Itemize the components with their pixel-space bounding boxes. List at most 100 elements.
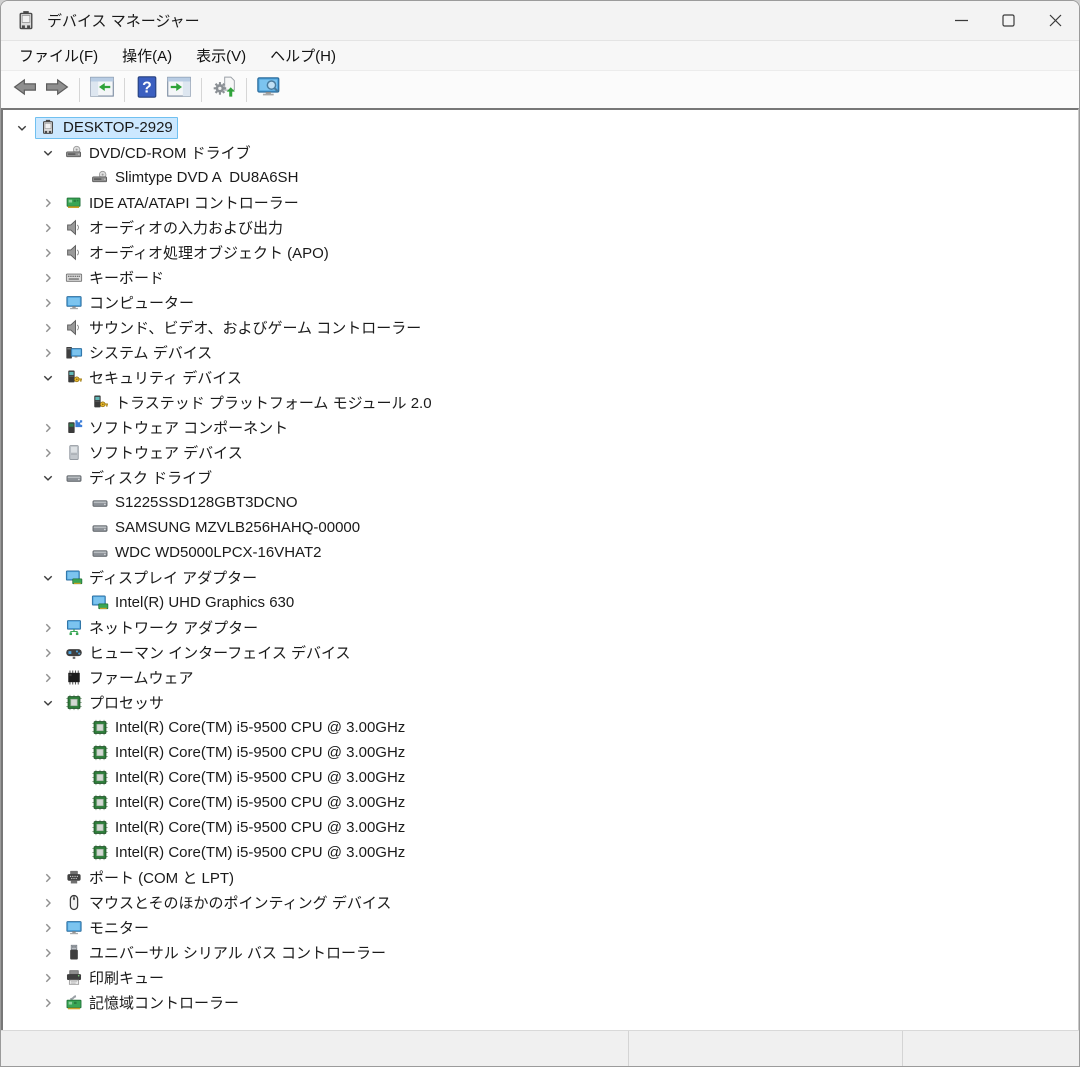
tree-item[interactable]: ユニバーサル シリアル バス コントローラー bbox=[3, 940, 1078, 965]
menu-view[interactable]: 表示(V) bbox=[184, 41, 258, 70]
tree-item[interactable]: S1225SSD128GBT3DCNO bbox=[3, 490, 1078, 515]
tree-item-content[interactable]: トラステッド プラットフォーム モジュール 2.0 bbox=[87, 390, 437, 415]
tree-item[interactable]: サウンド、ビデオ、およびゲーム コントローラー bbox=[3, 315, 1078, 340]
tree-item-content[interactable]: セキュリティ デバイス bbox=[61, 365, 247, 390]
tree-item[interactable]: キーボード bbox=[3, 265, 1078, 290]
chevron-down-icon[interactable] bbox=[35, 365, 61, 390]
tree-item[interactable]: Intel(R) Core(TM) i5-9500 CPU @ 3.00GHz bbox=[3, 715, 1078, 740]
tree-item[interactable]: ディスク ドライブ bbox=[3, 465, 1078, 490]
tree-item-content[interactable]: サウンド、ビデオ、およびゲーム コントローラー bbox=[61, 315, 426, 340]
back-button[interactable] bbox=[9, 75, 41, 105]
tree-item[interactable]: トラステッド プラットフォーム モジュール 2.0 bbox=[3, 390, 1078, 415]
tree-item-content[interactable]: WDC WD5000LPCX-16VHAT2 bbox=[87, 542, 326, 564]
chevron-right-icon[interactable] bbox=[35, 865, 61, 890]
tree-item[interactable]: オーディオ処理オブジェクト (APO) bbox=[3, 240, 1078, 265]
tree-item[interactable]: Intel(R) Core(TM) i5-9500 CPU @ 3.00GHz bbox=[3, 790, 1078, 815]
chevron-right-icon[interactable] bbox=[35, 290, 61, 315]
tree-item[interactable]: SAMSUNG MZVLB256HAHQ-00000 bbox=[3, 515, 1078, 540]
tree-item[interactable]: ファームウェア bbox=[3, 665, 1078, 690]
tree-item-content[interactable]: IDE ATA/ATAPI コントローラー bbox=[61, 190, 304, 215]
chevron-right-icon[interactable] bbox=[35, 940, 61, 965]
tree-item[interactable]: ネットワーク アダプター bbox=[3, 615, 1078, 640]
tree-item-content[interactable]: SAMSUNG MZVLB256HAHQ-00000 bbox=[87, 517, 365, 539]
tree-item[interactable]: ヒューマン インターフェイス デバイス bbox=[3, 640, 1078, 665]
menu-help[interactable]: ヘルプ(H) bbox=[258, 41, 348, 70]
chevron-down-icon[interactable] bbox=[35, 140, 61, 165]
tree-item-content[interactable]: ポート (COM と LPT) bbox=[61, 865, 239, 890]
tree-item-content[interactable]: Intel(R) UHD Graphics 630 bbox=[87, 592, 299, 614]
help-button[interactable]: ? bbox=[131, 75, 163, 105]
menu-action[interactable]: 操作(A) bbox=[110, 41, 184, 70]
tree-item-content[interactable]: Intel(R) Core(TM) i5-9500 CPU @ 3.00GHz bbox=[87, 842, 410, 864]
tree-item-content[interactable]: Intel(R) Core(TM) i5-9500 CPU @ 3.00GHz bbox=[87, 817, 410, 839]
tree-item[interactable]: DVD/CD-ROM ドライブ bbox=[3, 140, 1078, 165]
tree-item-content[interactable]: キーボード bbox=[61, 265, 169, 290]
tree-item-content[interactable]: Intel(R) Core(TM) i5-9500 CPU @ 3.00GHz bbox=[87, 717, 410, 739]
show-console-tree-button[interactable] bbox=[86, 75, 118, 105]
tree-item[interactable]: モニター bbox=[3, 915, 1078, 940]
tree-item[interactable]: WDC WD5000LPCX-16VHAT2 bbox=[3, 540, 1078, 565]
chevron-right-icon[interactable] bbox=[35, 415, 61, 440]
chevron-right-icon[interactable] bbox=[35, 190, 61, 215]
tree-item[interactable]: Intel(R) UHD Graphics 630 bbox=[3, 590, 1078, 615]
chevron-right-icon[interactable] bbox=[35, 440, 61, 465]
chevron-down-icon[interactable] bbox=[9, 115, 35, 140]
tree-item-content[interactable]: ファームウェア bbox=[61, 665, 199, 690]
maximize-button[interactable] bbox=[985, 1, 1032, 40]
chevron-right-icon[interactable] bbox=[35, 240, 61, 265]
tree-item[interactable]: コンピューター bbox=[3, 290, 1078, 315]
chevron-right-icon[interactable] bbox=[35, 265, 61, 290]
tree-item[interactable]: Intel(R) Core(TM) i5-9500 CPU @ 3.00GHz bbox=[3, 765, 1078, 790]
tree-item-content[interactable]: DESKTOP-2929 bbox=[35, 116, 178, 139]
tree-item[interactable]: ソフトウェア デバイス bbox=[3, 440, 1078, 465]
show-action-pane-button[interactable] bbox=[163, 75, 195, 105]
device-tree[interactable]: DESKTOP-2929 DVD/CD-ROM ドライブ Slimtype DVD … bbox=[1, 108, 1079, 1030]
tree-item[interactable]: システム デバイス bbox=[3, 340, 1078, 365]
tree-item-content[interactable]: ソフトウェア コンポーネント bbox=[61, 415, 293, 440]
tree-item-content[interactable]: ネットワーク アダプター bbox=[61, 615, 263, 640]
close-button[interactable] bbox=[1032, 1, 1079, 40]
tree-item-content[interactable]: マウスとそのほかのポインティング デバイス bbox=[61, 890, 396, 915]
chevron-down-icon[interactable] bbox=[35, 690, 61, 715]
chevron-right-icon[interactable] bbox=[35, 890, 61, 915]
tree-item-content[interactable]: 印刷キュー bbox=[61, 965, 169, 990]
tree-item[interactable]: IDE ATA/ATAPI コントローラー bbox=[3, 190, 1078, 215]
tree-item-content[interactable]: オーディオの入力および出力 bbox=[61, 215, 288, 240]
chevron-right-icon[interactable] bbox=[35, 215, 61, 240]
chevron-right-icon[interactable] bbox=[35, 640, 61, 665]
tree-item-content[interactable]: システム デバイス bbox=[61, 340, 217, 365]
scan-hardware-changes-button[interactable] bbox=[253, 75, 285, 105]
tree-item[interactable]: 印刷キュー bbox=[3, 965, 1078, 990]
tree-item-content[interactable]: ディスク ドライブ bbox=[61, 465, 217, 490]
tree-item[interactable]: ソフトウェア コンポーネント bbox=[3, 415, 1078, 440]
chevron-right-icon[interactable] bbox=[35, 340, 61, 365]
menu-file[interactable]: ファイル(F) bbox=[7, 41, 110, 70]
tree-item[interactable]: ポート (COM と LPT) bbox=[3, 865, 1078, 890]
tree-item[interactable]: セキュリティ デバイス bbox=[3, 365, 1078, 390]
tree-item-content[interactable]: ユニバーサル シリアル バス コントローラー bbox=[61, 940, 391, 965]
tree-item-content[interactable]: 記憶域コントローラー bbox=[61, 990, 244, 1015]
tree-item-content[interactable]: プロセッサ bbox=[61, 690, 169, 715]
tree-item-content[interactable]: ディスプレイ アダプター bbox=[61, 565, 262, 590]
tree-item-content[interactable]: ソフトウェア デバイス bbox=[61, 440, 248, 465]
tree-item[interactable]: Intel(R) Core(TM) i5-9500 CPU @ 3.00GHz bbox=[3, 840, 1078, 865]
minimize-button[interactable] bbox=[938, 1, 985, 40]
tree-item[interactable]: DESKTOP-2929 bbox=[3, 115, 1078, 140]
tree-item-content[interactable]: モニター bbox=[61, 915, 154, 940]
tree-item[interactable]: ディスプレイ アダプター bbox=[3, 565, 1078, 590]
tree-item-content[interactable]: DVD/CD-ROM ドライブ bbox=[61, 140, 256, 165]
chevron-down-icon[interactable] bbox=[35, 465, 61, 490]
tree-item-content[interactable]: ヒューマン インターフェイス デバイス bbox=[61, 640, 356, 665]
chevron-right-icon[interactable] bbox=[35, 915, 61, 940]
tree-item[interactable]: 記憶域コントローラー bbox=[3, 990, 1078, 1015]
tree-item[interactable]: Intel(R) Core(TM) i5-9500 CPU @ 3.00GHz bbox=[3, 815, 1078, 840]
tree-item[interactable]: Slimtype DVD A DU8A6SH bbox=[3, 165, 1078, 190]
tree-item-content[interactable]: Intel(R) Core(TM) i5-9500 CPU @ 3.00GHz bbox=[87, 792, 410, 814]
chevron-right-icon[interactable] bbox=[35, 965, 61, 990]
chevron-down-icon[interactable] bbox=[35, 565, 61, 590]
tree-item-content[interactable]: Intel(R) Core(TM) i5-9500 CPU @ 3.00GHz bbox=[87, 742, 410, 764]
tree-item-content[interactable]: S1225SSD128GBT3DCNO bbox=[87, 492, 303, 514]
chevron-right-icon[interactable] bbox=[35, 615, 61, 640]
tree-item-content[interactable]: Intel(R) Core(TM) i5-9500 CPU @ 3.00GHz bbox=[87, 767, 410, 789]
tree-item[interactable]: オーディオの入力および出力 bbox=[3, 215, 1078, 240]
